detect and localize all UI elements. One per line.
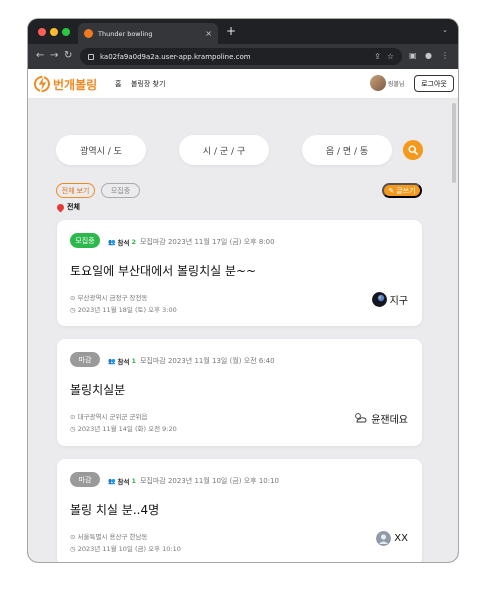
bookmark-star-icon[interactable]: ☆ bbox=[387, 52, 394, 61]
recruiting-chip[interactable]: 모집중 bbox=[101, 183, 140, 198]
post-location: ⊙ 부산광역시 금정구 장전동 bbox=[70, 294, 148, 302]
post-location-text: 부산광역시 금정구 장전동 bbox=[77, 294, 148, 302]
lock-icon bbox=[88, 53, 94, 60]
minimize-window-button[interactable] bbox=[50, 28, 58, 36]
status-badge: 마감 bbox=[70, 472, 100, 487]
deadline-text: 모집마감 2023년 11월 10일 (금) 오후 10:10 bbox=[139, 477, 279, 485]
post-author[interactable]: 윤잰데요 bbox=[353, 411, 408, 426]
logout-button[interactable]: 로그아웃 bbox=[414, 75, 454, 92]
tab-search-icon[interactable]: ⌄ bbox=[442, 26, 448, 34]
app-logo-text[interactable]: 번개볼링 bbox=[53, 76, 97, 93]
deadline-text: 모집마감 2023년 11월 13일 (월) 오전 6:40 bbox=[139, 357, 275, 365]
tab-strip: Thunder bowling × + ⌄ bbox=[28, 19, 458, 44]
search-icon bbox=[408, 145, 418, 155]
tab-close-icon[interactable]: × bbox=[205, 29, 212, 38]
city-select[interactable]: 시 / 군 / 구 bbox=[179, 135, 269, 165]
post-meta: 👥 참석 1 모집마감 2023년 11월 13일 (월) 오전 6:40 bbox=[108, 356, 275, 366]
post-date-text: 2023년 11월 10일 (금) 오후 10:10 bbox=[77, 545, 181, 553]
search-button[interactable] bbox=[403, 140, 423, 160]
post-meta: 👥 참석 2 모집마감 2023년 11월 17일 (금) 오후 8:00 bbox=[108, 237, 275, 247]
people-icon: 👥 bbox=[108, 238, 116, 246]
participate-count: 2 bbox=[131, 238, 136, 246]
menu-kebab-icon[interactable]: ⋮ bbox=[441, 51, 449, 61]
post-location-text: 서울특별시 용산구 한남동 bbox=[77, 533, 148, 541]
post-author[interactable]: 지구 bbox=[371, 292, 408, 307]
app-header: 번개볼링 홈 볼링장 찾기 링볼님 로그아웃 bbox=[28, 69, 458, 99]
town-select[interactable]: 읍 / 면 / 동 bbox=[302, 135, 392, 165]
nav-home-link[interactable]: 홈 bbox=[115, 79, 121, 89]
people-icon: 👥 bbox=[108, 477, 116, 485]
post-author[interactable]: XX bbox=[376, 531, 408, 546]
post-date-text: 2023년 11월 18일 (토) 오후 3:00 bbox=[77, 306, 177, 314]
post-date: ◷ 2023년 11월 14일 (화) 오전 9:20 bbox=[70, 425, 177, 433]
author-name: 지구 bbox=[389, 296, 408, 307]
post-title[interactable]: 볼링 치실 분..4명 bbox=[70, 501, 159, 518]
status-badge: 마감 bbox=[70, 352, 100, 367]
province-select[interactable]: 광역시 / 도 bbox=[56, 135, 146, 165]
default-user-avatar-icon bbox=[376, 531, 392, 546]
profile-icon[interactable]: ● bbox=[425, 51, 432, 61]
write-label: 글쓰기 bbox=[396, 187, 416, 195]
post-card[interactable]: 마감 👥 참석 1 모집마감 2023년 11월 10일 (금) 오후 10:1… bbox=[57, 459, 422, 562]
post-location-text: 대구광역시 군위군 군위읍 bbox=[77, 413, 148, 421]
post-location: ⊙ 서울특별시 용산구 한남동 bbox=[70, 533, 148, 541]
forward-icon[interactable]: → bbox=[50, 50, 58, 62]
author-name: XX bbox=[394, 533, 408, 544]
user-avatar[interactable] bbox=[370, 75, 386, 91]
participate-count: 1 bbox=[131, 477, 136, 485]
sidebar-icon[interactable]: ▣ bbox=[409, 51, 417, 61]
location-pin-icon bbox=[55, 202, 66, 212]
write-post-button[interactable]: ✎ 글쓰기 bbox=[382, 183, 422, 198]
nav-find-alley-link[interactable]: 볼링장 찾기 bbox=[131, 79, 165, 89]
address-bar[interactable]: ka02fa9a0d9a2a.user-app.krampoline.com ⇪… bbox=[80, 48, 402, 65]
post-card[interactable]: 모집중 👥 참석 2 모집마감 2023년 11월 17일 (금) 오후 8:0… bbox=[57, 220, 422, 326]
browser-window: Thunder bowling × + ⌄ ← → ↻ ka02fa9a0d9a… bbox=[28, 19, 458, 562]
new-tab-button[interactable]: + bbox=[226, 24, 236, 38]
maximize-window-button[interactable] bbox=[62, 28, 70, 36]
browser-tab[interactable]: Thunder bowling × bbox=[78, 23, 218, 44]
close-window-button[interactable] bbox=[38, 28, 46, 36]
user-name: 링볼님 bbox=[388, 81, 405, 88]
location-filter: 전체 bbox=[55, 202, 80, 212]
participate-label: 참석 bbox=[117, 239, 130, 247]
people-icon: 👥 bbox=[108, 357, 116, 365]
post-card[interactable]: 마감 👥 참석 1 모집마감 2023년 11월 13일 (월) 오전 6:40… bbox=[57, 339, 422, 446]
share-icon[interactable]: ⇪ bbox=[374, 52, 381, 61]
post-title[interactable]: 볼링치실분 bbox=[70, 381, 125, 398]
participate-count: 1 bbox=[131, 357, 136, 365]
post-title[interactable]: 토요일에 부산대에서 볼링치실 분~~ bbox=[70, 262, 256, 279]
post-date: ◷ 2023년 11월 18일 (토) 오후 3:00 bbox=[70, 306, 177, 314]
lightning-logo-icon[interactable] bbox=[34, 74, 51, 94]
post-meta: 👥 참석 1 모집마감 2023년 11월 10일 (금) 오후 10:10 bbox=[108, 476, 279, 486]
deadline-text: 모집마감 2023년 11월 17일 (금) 오후 8:00 bbox=[139, 238, 275, 246]
browser-toolbar: ← → ↻ ka02fa9a0d9a2a.user-app.krampoline… bbox=[28, 44, 458, 69]
post-date-text: 2023년 11월 14일 (화) 오전 9:20 bbox=[77, 425, 177, 433]
back-icon[interactable]: ← bbox=[36, 50, 44, 62]
earth-avatar-icon bbox=[371, 292, 387, 307]
web-viewport: 번개볼링 홈 볼링장 찾기 링볼님 로그아웃 광역시 / 도 시 / 군 / 구… bbox=[28, 69, 458, 562]
url-text: ka02fa9a0d9a2a.user-app.krampoline.com bbox=[100, 52, 251, 61]
status-badge: 모집중 bbox=[70, 233, 100, 248]
participate-label: 참석 bbox=[117, 478, 130, 486]
reload-icon[interactable]: ↻ bbox=[64, 50, 72, 62]
favicon-icon bbox=[84, 29, 93, 38]
weather-avatar-icon bbox=[355, 413, 367, 423]
location-filter-text: 전체 bbox=[67, 203, 80, 211]
author-name: 윤잰데요 bbox=[371, 415, 408, 426]
tab-title: Thunder bowling bbox=[98, 29, 153, 38]
post-location: ⊙ 대구광역시 군위군 군위읍 bbox=[70, 413, 148, 421]
show-all-chip[interactable]: 전체 보기 bbox=[56, 183, 95, 198]
participate-label: 참석 bbox=[117, 358, 130, 366]
page-scrollbar[interactable] bbox=[452, 103, 456, 183]
post-date: ◷ 2023년 11월 10일 (금) 오후 10:10 bbox=[70, 545, 181, 553]
